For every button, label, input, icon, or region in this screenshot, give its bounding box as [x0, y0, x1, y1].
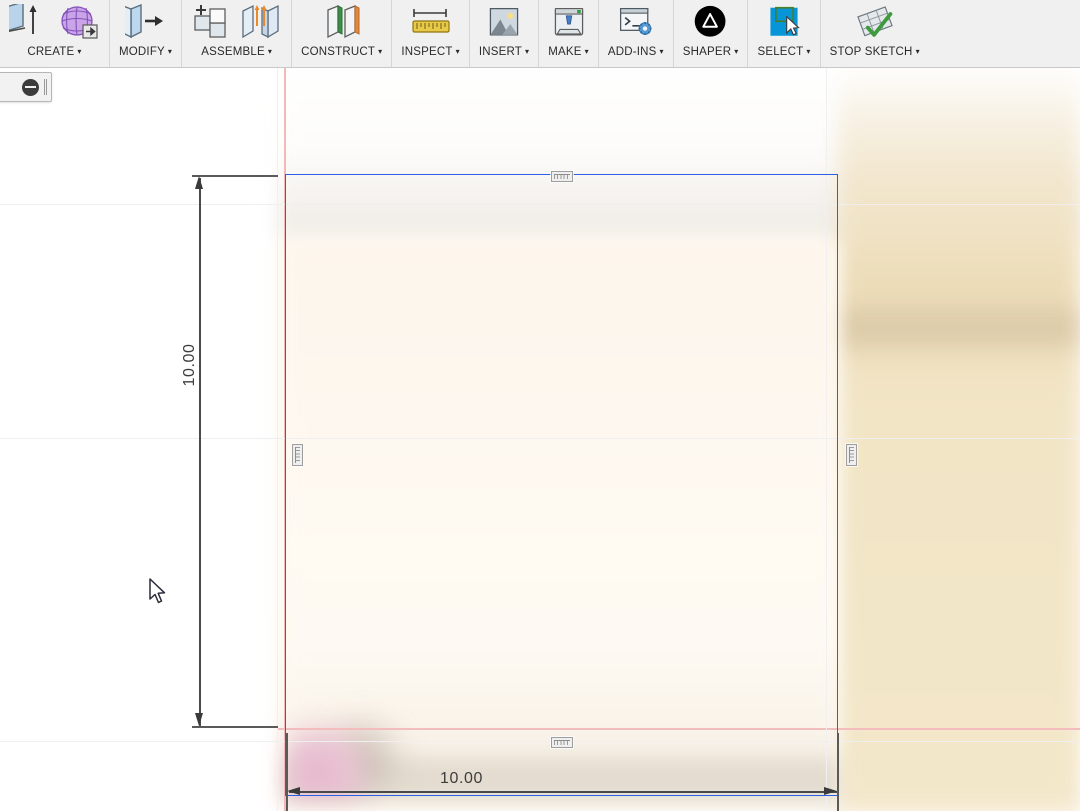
construct-icons — [321, 2, 363, 44]
toolbar-group-inspect[interactable]: INSPECT ▾ — [392, 0, 469, 67]
toolbar-group-insert[interactable]: INSERT▾ — [470, 0, 539, 67]
vertical-dim-line[interactable] — [199, 178, 201, 726]
chevron-down-icon-shaper[interactable]: ▾ — [734, 47, 738, 56]
toolbar-group-shaper[interactable]: SHAPER▾ — [674, 0, 749, 67]
horizontal-dimension-value[interactable]: 10.00 — [440, 770, 483, 788]
vertical-dim-arrow-down — [195, 713, 203, 726]
fusion360-window: CREATE▾ MODIFY▾ — [0, 0, 1080, 811]
chevron-down-icon-modify[interactable]: ▾ — [168, 47, 172, 56]
addins-icons — [617, 2, 655, 44]
toolbar-label-addins: ADD-INS▾ — [608, 47, 664, 59]
collapse-minus-icon[interactable] — [22, 79, 39, 96]
toolbar-label-construct: CONSTRUCT▾ — [301, 47, 382, 59]
sketch-palette-collapsed[interactable] — [0, 72, 52, 102]
toolbar-group-modify[interactable]: MODIFY▾ — [110, 0, 182, 67]
toolbar-group-stop-sketch[interactable]: STOP SKETCH▾ — [821, 0, 929, 67]
horizontal-constraint-icon-bottom[interactable] — [551, 737, 573, 748]
toolbar-group-create[interactable]: CREATE▾ — [0, 0, 110, 67]
toolbar-label-insert: INSERT▾ — [479, 47, 529, 59]
constraint-teeth — [554, 740, 570, 745]
toolbar-group-assemble[interactable]: ASSEMBLE▾ — [182, 0, 292, 67]
drag-grip-icon[interactable] — [44, 79, 47, 95]
vertical-constraint-icon-left[interactable] — [292, 444, 303, 466]
chevron-down-icon-construct[interactable]: ▾ — [378, 47, 382, 56]
constraint-teeth — [554, 174, 570, 179]
toolbar-label-modify: MODIFY▾ — [119, 47, 172, 59]
press-pull-icon[interactable] — [125, 4, 167, 44]
label-text-construct: CONSTRUCT — [301, 46, 375, 58]
chevron-down-icon-insert[interactable]: ▾ — [525, 47, 529, 56]
3d-print-icon[interactable] — [550, 4, 588, 44]
shaper-icon[interactable] — [692, 4, 730, 44]
label-text-inspect: INSPECT — [401, 46, 452, 58]
scripts-addins-icon[interactable] — [617, 4, 655, 44]
chevron-down-icon-select[interactable]: ▾ — [806, 47, 810, 56]
chevron-down-icon-addins[interactable]: ▾ — [660, 47, 664, 56]
toolbar-label-create: CREATE▾ — [27, 47, 81, 59]
label-text-addins: ADD-INS — [608, 46, 657, 58]
extrude-icon[interactable] — [9, 4, 51, 44]
joint-icon[interactable] — [240, 4, 282, 44]
toolbar-label-assemble: ASSEMBLE▾ — [201, 47, 272, 59]
horizontal-dim-line[interactable] — [289, 791, 837, 793]
toolbar-label-stop-sketch: STOP SKETCH▾ — [830, 47, 920, 59]
sketch-rectangle[interactable] — [285, 174, 838, 796]
constraint-teeth — [295, 447, 300, 463]
model-canvas[interactable]: 10.00 10.00 — [0, 68, 1080, 811]
grid-line-vertical-1 — [277, 68, 278, 811]
modify-icons — [125, 2, 167, 44]
label-text-select: SELECT — [757, 46, 803, 58]
offset-plane-icon[interactable] — [321, 4, 363, 44]
chevron-down-icon-assemble[interactable]: ▾ — [268, 47, 272, 56]
stop-sketch-icons — [856, 2, 894, 44]
sketch-toolbar: CREATE▾ MODIFY▾ — [0, 0, 1080, 68]
vertical-dim-ext-bottom — [192, 726, 278, 728]
label-text-shaper: SHAPER — [683, 46, 732, 58]
new-component-icon[interactable] — [191, 4, 233, 44]
vertical-constraint-icon-right[interactable] — [846, 444, 857, 466]
horizontal-constraint-icon-top[interactable] — [551, 171, 573, 182]
label-text-create: CREATE — [27, 46, 74, 58]
toolbar-label-select: SELECT▾ — [757, 47, 810, 59]
label-text-insert: INSERT — [479, 46, 522, 58]
label-text-modify: MODIFY — [119, 46, 165, 58]
stop-sketch-icon[interactable] — [856, 4, 894, 44]
select-window-icon[interactable] — [765, 4, 803, 44]
toolbar-group-make[interactable]: MAKE ▾ — [539, 0, 599, 67]
make-icons — [550, 2, 588, 44]
vertical-dim-arrow-up — [195, 176, 203, 189]
measure-icon[interactable] — [410, 4, 452, 44]
blurred-right-panel — [838, 68, 1080, 811]
insert-icons — [485, 2, 523, 44]
toolbar-label-inspect: INSPECT ▾ — [401, 47, 459, 59]
toolbar-group-select[interactable]: SELECT▾ — [748, 0, 820, 67]
inspect-icons — [410, 2, 452, 44]
vertical-dim-ext-top — [192, 175, 278, 177]
chevron-down-icon-inspect[interactable]: ▾ — [456, 47, 460, 56]
chevron-down-icon-make[interactable]: ▾ — [585, 47, 589, 56]
horizontal-dim-arrow-right — [824, 787, 837, 795]
horizontal-dim-ext-right — [837, 733, 839, 811]
assemble-icons — [191, 2, 282, 44]
constraint-teeth — [849, 447, 854, 463]
create-icons — [9, 2, 100, 44]
chevron-down-icon-stop-sketch[interactable]: ▾ — [916, 47, 920, 56]
horizontal-dim-ext-left — [286, 733, 288, 811]
toolbar-group-construct[interactable]: CONSTRUCT▾ — [292, 0, 392, 67]
select-icons — [765, 2, 803, 44]
toolbar-label-shaper: SHAPER▾ — [683, 47, 739, 59]
toolbar-label-make: MAKE ▾ — [548, 47, 589, 59]
insert-image-icon[interactable] — [485, 4, 523, 44]
horizontal-dim-arrow-left — [287, 787, 300, 795]
vertical-dimension-value[interactable]: 10.00 — [181, 330, 199, 400]
blurred-right-shade — [838, 308, 1080, 348]
toolbar-group-addins[interactable]: ADD-INS▾ — [599, 0, 674, 67]
create-form-icon[interactable] — [58, 4, 100, 44]
label-text-make: MAKE — [548, 46, 581, 58]
chevron-down-icon-create[interactable]: ▾ — [77, 47, 81, 56]
label-text-assemble: ASSEMBLE — [201, 46, 265, 58]
shaper-icons — [692, 2, 730, 44]
label-text-stop-sketch: STOP SKETCH — [830, 46, 913, 58]
